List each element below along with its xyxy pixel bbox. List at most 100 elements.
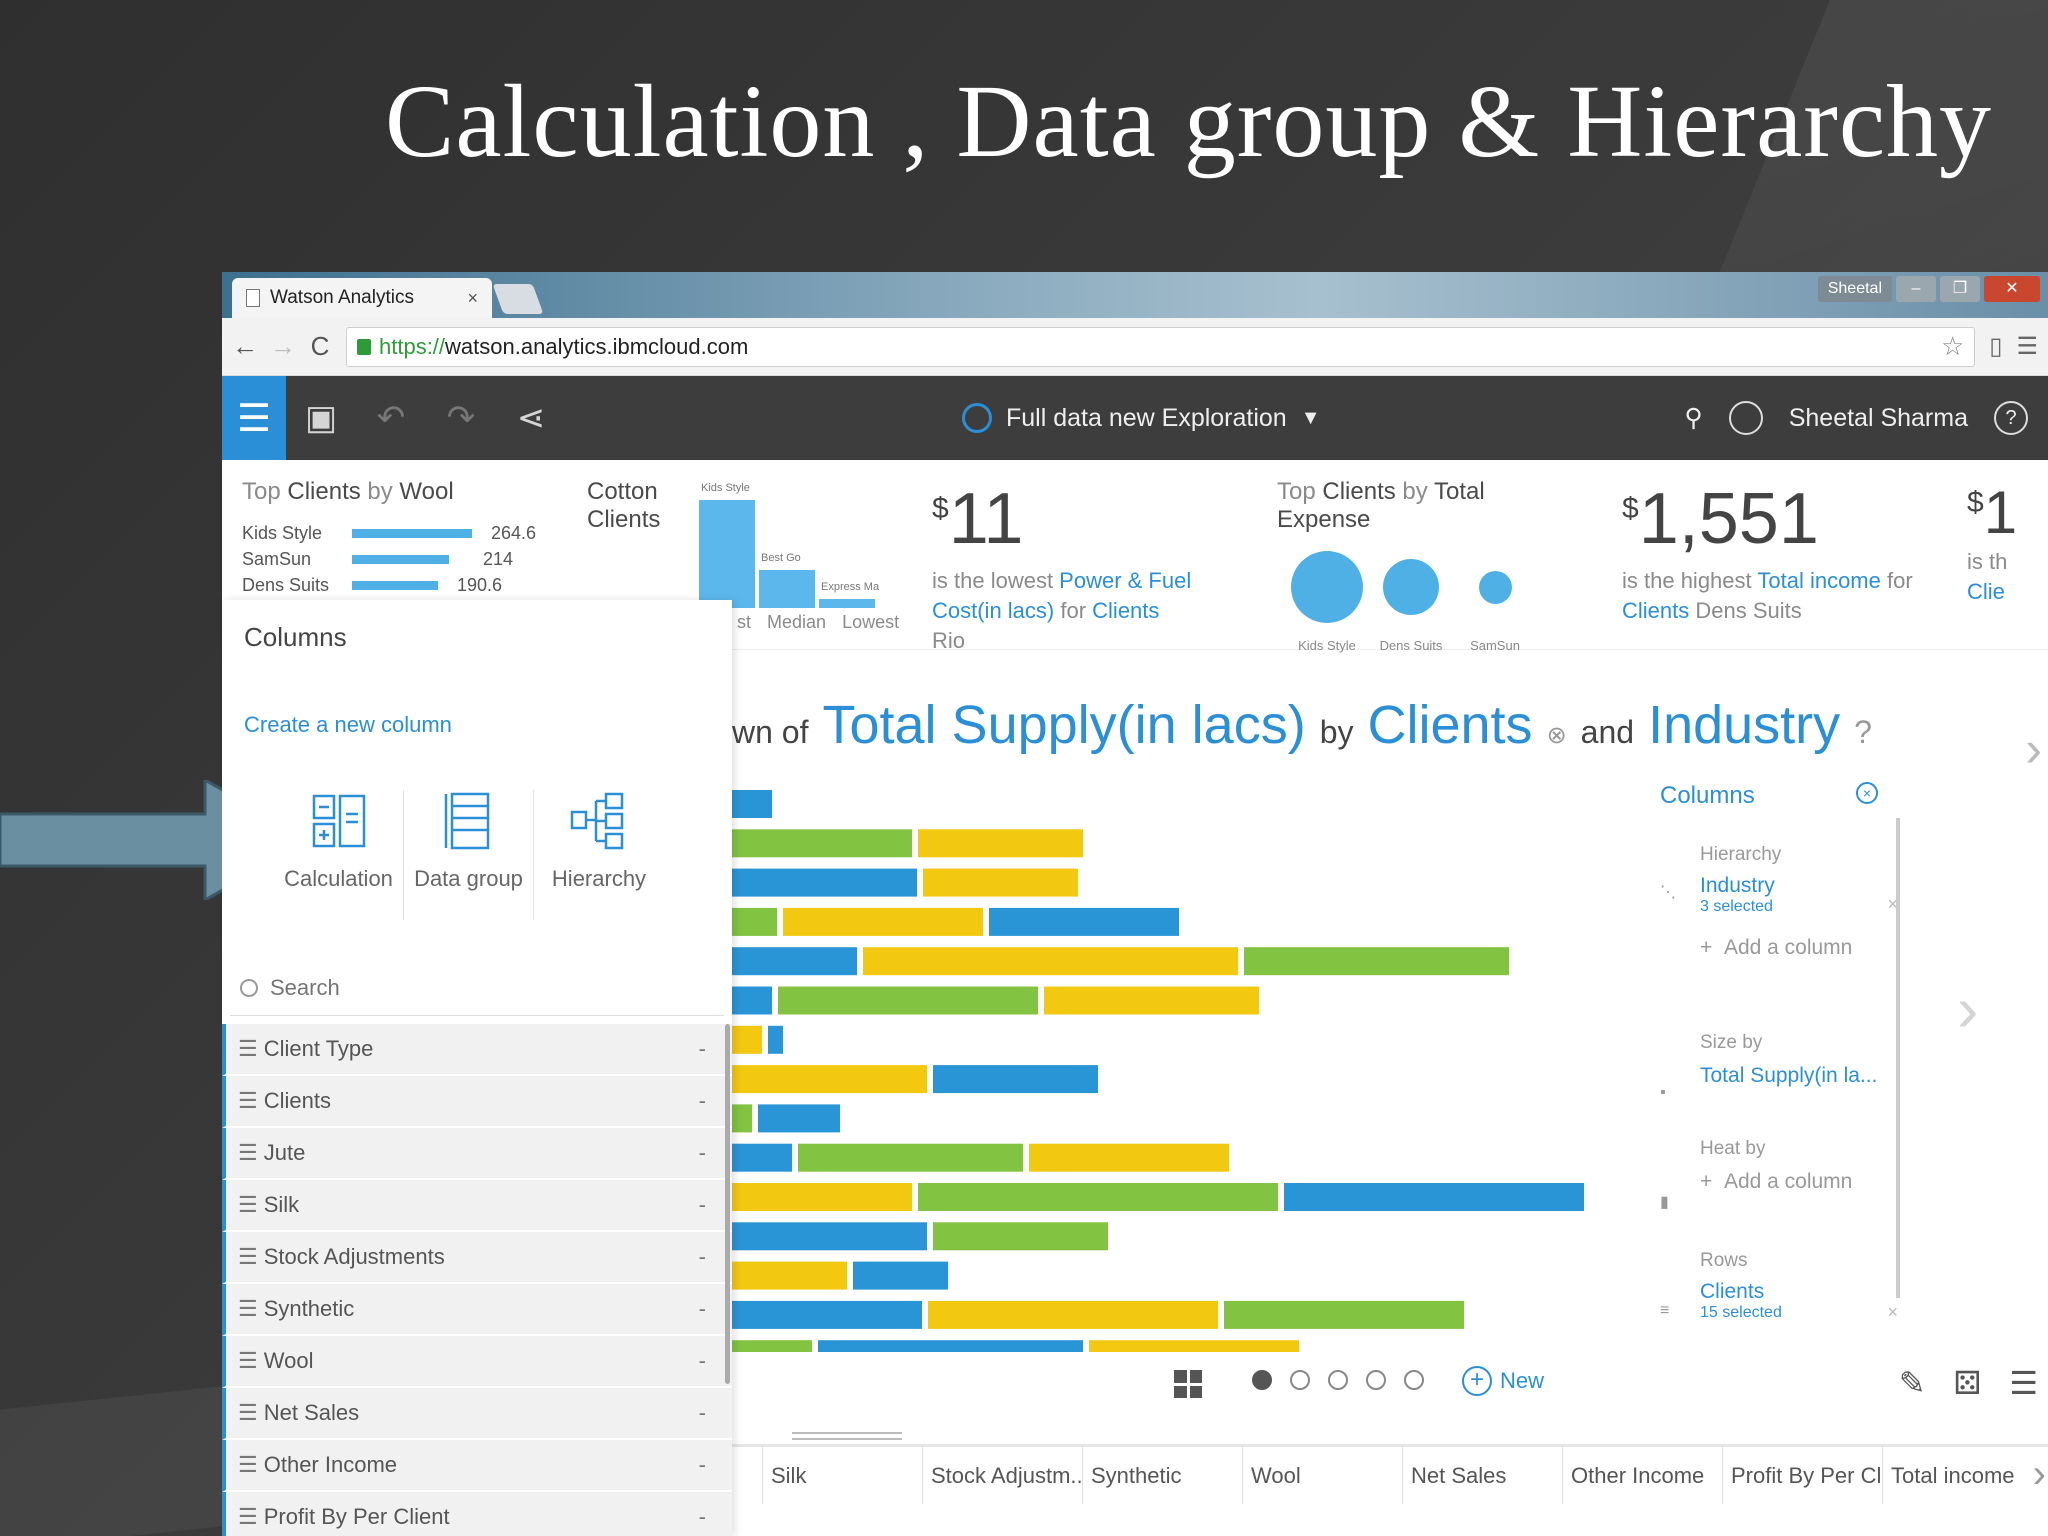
rows-selected[interactable]: 15 selected xyxy=(1700,1304,1782,1322)
add-column-button[interactable]: + Add a column xyxy=(1700,936,1852,960)
chart-bar-green[interactable] xyxy=(1244,947,1509,976)
table-column-header[interactable]: Other Income xyxy=(1562,1447,1722,1504)
page-dot[interactable] xyxy=(1252,1370,1272,1390)
column-menu-icon[interactable]: - xyxy=(699,1088,706,1114)
rows-value[interactable]: Clients xyxy=(1700,1280,1782,1304)
column-list-item[interactable]: ☰ Stock Adjustments - xyxy=(222,1232,732,1284)
tab-close-icon[interactable]: × xyxy=(467,288,478,309)
chart-bar-blue[interactable] xyxy=(768,1025,783,1054)
chevron-right-icon[interactable]: › xyxy=(2033,1452,2046,1497)
chart-bar-green[interactable] xyxy=(778,986,1038,1015)
insight-card-highest-income[interactable]: $1,551 is the highest Total income for Cl… xyxy=(1622,478,1922,626)
question-dim2[interactable]: Industry xyxy=(1648,694,1840,756)
table-column-header[interactable]: Stock Adjustm... xyxy=(922,1447,1082,1504)
undo-icon[interactable]: ↶ xyxy=(356,398,426,438)
remove-dim-icon[interactable]: ⊗ xyxy=(1547,721,1567,750)
column-list-item[interactable]: ☰ Wool - xyxy=(222,1336,732,1388)
browser-menu-icon[interactable]: ☰ xyxy=(2016,332,2038,361)
chart-bar-yellow[interactable] xyxy=(1029,1143,1229,1172)
drag-handle-icon[interactable]: ☰ xyxy=(238,1452,258,1478)
bookmark-star-icon[interactable]: ☆ xyxy=(1941,331,1964,362)
chart-bar-yellow[interactable] xyxy=(732,1261,847,1290)
chart-bar-green[interactable] xyxy=(1224,1300,1464,1329)
drag-handle-icon[interactable]: ☰ xyxy=(238,1504,258,1530)
hamburger-menu-icon[interactable]: ☰ xyxy=(222,376,286,460)
column-menu-icon[interactable]: - xyxy=(699,1400,706,1426)
column-list-item[interactable]: ☰ Profit By Per Client - xyxy=(222,1492,732,1536)
new-visualization-button[interactable]: + New xyxy=(1462,1366,1544,1396)
exploration-selector[interactable]: Full data new Exploration ▼ xyxy=(962,376,1321,460)
remove-hierarchy-icon[interactable]: × xyxy=(1887,894,1898,915)
help-icon[interactable]: ? xyxy=(1994,401,2028,435)
column-menu-icon[interactable]: - xyxy=(699,1296,706,1322)
chart-bar-green[interactable] xyxy=(732,1104,752,1133)
chart-bar-green[interactable] xyxy=(918,1183,1278,1211)
chart-bar-blue[interactable] xyxy=(732,1300,922,1329)
chevron-right-icon[interactable]: › xyxy=(2025,720,2042,778)
hierarchy-selected[interactable]: 3 selected xyxy=(1700,898,1852,916)
insight-card-lowest-power[interactable]: $11 is the lowest Power & Fuel Cost(in la… xyxy=(932,478,1192,656)
remove-rows-icon[interactable]: × xyxy=(1887,1302,1898,1323)
list-view-icon[interactable]: ☰ xyxy=(2009,1364,2038,1402)
chart-bar-yellow[interactable] xyxy=(783,907,983,936)
scrollbar[interactable] xyxy=(725,1024,730,1384)
chart-bar-blue[interactable] xyxy=(933,1065,1098,1094)
url-bar[interactable]: https://watson.analytics.ibmcloud.com ☆ xyxy=(346,326,1976,367)
search-input[interactable] xyxy=(270,974,670,1001)
forward-icon[interactable]: → xyxy=(270,331,296,362)
column-menu-icon[interactable]: - xyxy=(699,1140,706,1166)
table-column-header[interactable]: Total income xyxy=(1882,1447,2042,1504)
chart-bar-green[interactable] xyxy=(798,1143,1023,1172)
chart-bar-yellow[interactable] xyxy=(732,1183,912,1211)
chart-bar-blue[interactable] xyxy=(758,1104,840,1133)
browser-tab[interactable]: Watson Analytics × xyxy=(232,278,492,318)
back-icon[interactable]: ← xyxy=(232,331,258,362)
column-list-item[interactable]: ☰ Synthetic - xyxy=(222,1284,732,1336)
chart-bar-blue[interactable] xyxy=(818,1340,1083,1369)
new-tab-button[interactable] xyxy=(492,284,544,314)
chart-bar-yellow[interactable] xyxy=(732,1065,927,1094)
column-search[interactable] xyxy=(230,960,724,1016)
pin-icon[interactable]: ⚲ xyxy=(1684,403,1702,433)
chart-bar-blue[interactable] xyxy=(1284,1183,1584,1211)
save-icon[interactable]: ▣ xyxy=(286,398,356,438)
chart-bar-green[interactable] xyxy=(732,1340,812,1369)
redo-icon[interactable]: ↷ xyxy=(426,398,496,438)
heat-add-button[interactable]: + Add a column xyxy=(1700,1170,1852,1194)
create-column-link[interactable]: Create a new column xyxy=(244,712,452,738)
pin-icon[interactable]: ✎ xyxy=(1899,1364,1926,1402)
chart-bar-blue[interactable] xyxy=(853,1261,948,1290)
column-menu-icon[interactable]: - xyxy=(699,1036,706,1062)
maximize-icon[interactable]: ❐ xyxy=(1940,276,1980,302)
drag-handle-icon[interactable]: ☰ xyxy=(238,1348,258,1374)
close-icon[interactable]: × xyxy=(1856,782,1878,804)
chart-bar-blue[interactable] xyxy=(732,947,857,976)
avatar[interactable] xyxy=(1728,401,1763,435)
chart-bar-green[interactable] xyxy=(732,907,777,936)
drag-handle-icon[interactable]: ☰ xyxy=(238,1296,258,1322)
config-scrollbar[interactable] xyxy=(1896,818,1900,1298)
table-column-header[interactable]: Silk xyxy=(762,1447,922,1504)
table-column-header[interactable] xyxy=(732,1447,762,1504)
hierarchy-button[interactable]: Hierarchy xyxy=(534,790,664,920)
chart-bar-blue[interactable] xyxy=(732,790,772,818)
chart-bar-yellow[interactable] xyxy=(732,1025,762,1054)
table-column-header[interactable]: Profit By Per Cl... xyxy=(1722,1447,1882,1504)
column-menu-icon[interactable]: - xyxy=(699,1244,706,1270)
drag-handle-icon[interactable]: ☰ xyxy=(238,1400,258,1426)
column-list-item[interactable]: ☰ Other Income - xyxy=(222,1440,732,1492)
chart-type-icon[interactable]: ⚄ xyxy=(1954,1364,1982,1402)
column-list-item[interactable]: ☰ Jute - xyxy=(222,1128,732,1180)
share-icon[interactable]: ⋖ xyxy=(496,398,566,438)
drag-handle-icon[interactable]: ☰ xyxy=(238,1088,258,1114)
page-dot[interactable] xyxy=(1404,1370,1424,1390)
reload-icon[interactable]: C xyxy=(308,331,332,362)
page-dot[interactable] xyxy=(1290,1370,1310,1390)
chart-bar-blue[interactable] xyxy=(989,907,1179,936)
data-group-button[interactable]: Data group xyxy=(404,790,534,920)
column-list-item[interactable]: ☰ Client Type - xyxy=(222,1024,732,1076)
page-dot[interactable] xyxy=(1366,1370,1386,1390)
insight-card-partial[interactable]: $1 is th Clie xyxy=(1967,478,2027,607)
chart-bar-green[interactable] xyxy=(732,829,912,858)
drag-handle-icon[interactable]: ☰ xyxy=(238,1244,258,1270)
